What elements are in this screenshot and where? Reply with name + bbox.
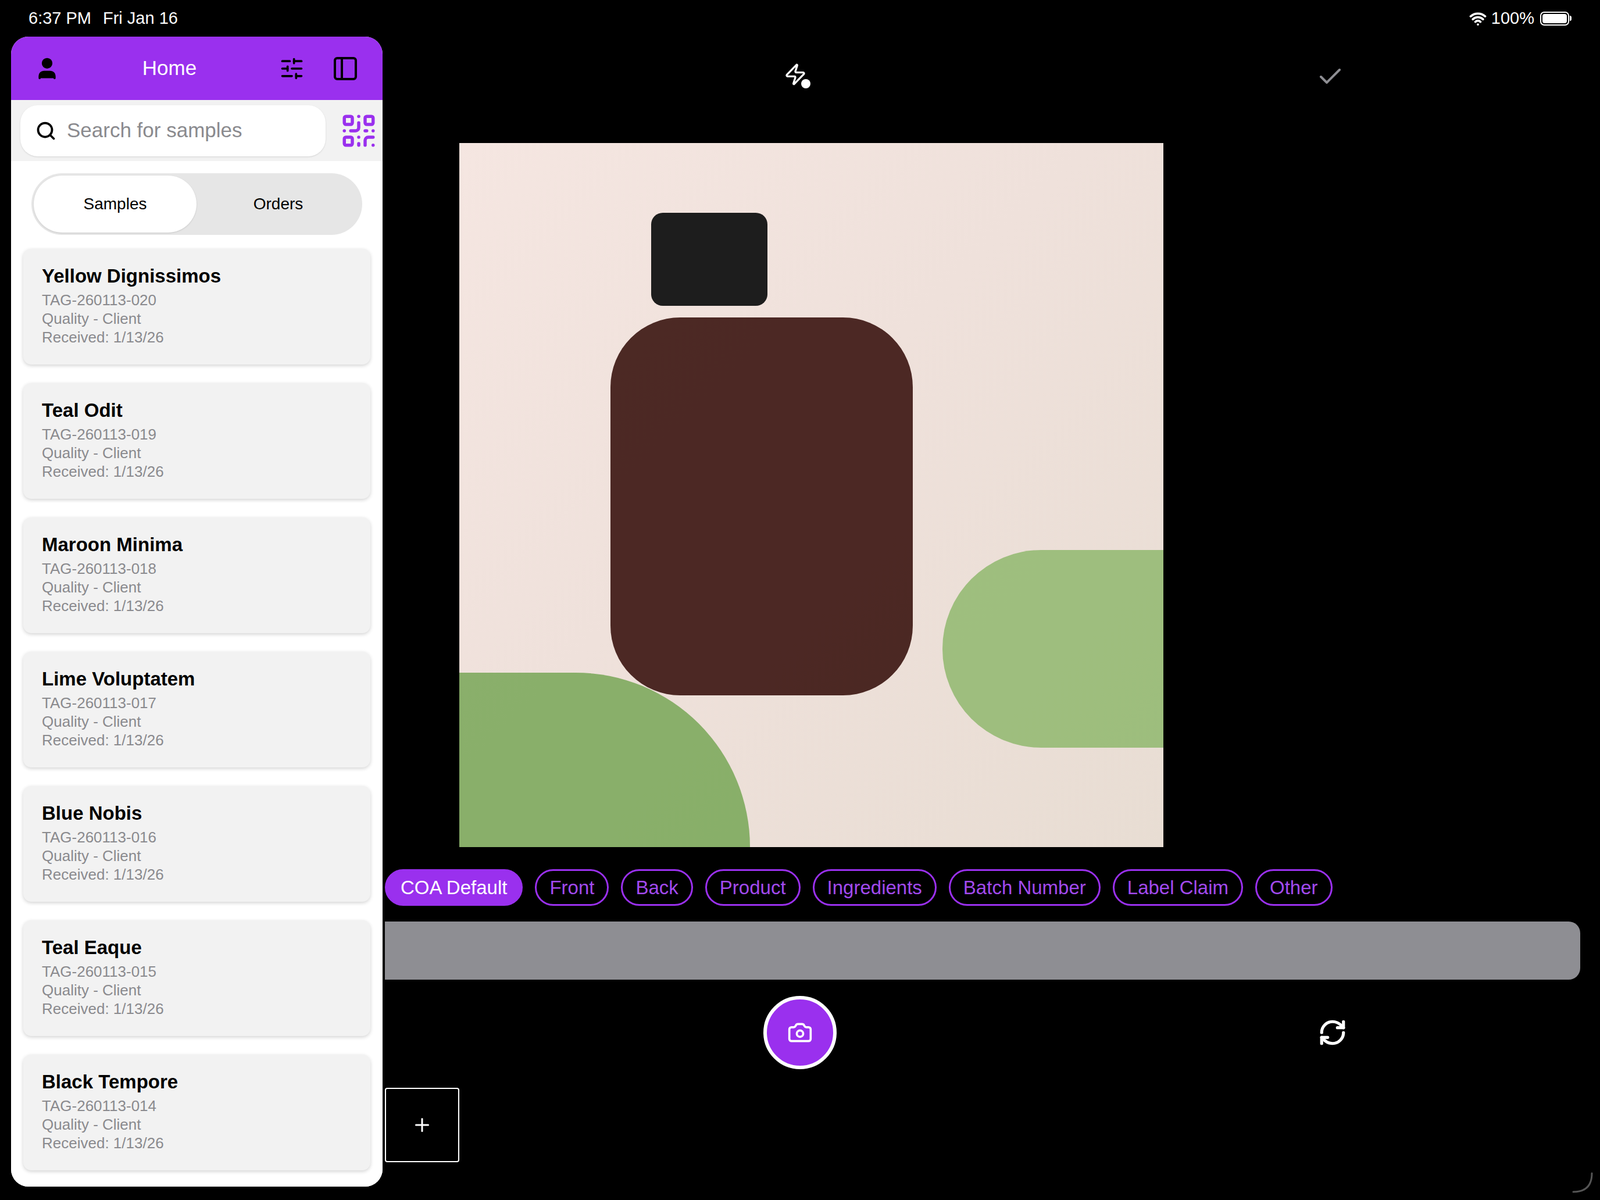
- sample-type: Quality - Client: [41, 980, 352, 1000]
- tag-chip[interactable]: Front: [534, 869, 609, 906]
- sample-tag: TAG-260113-018: [41, 559, 352, 578]
- sample-received: Received: 1/13/26: [41, 999, 352, 1019]
- sample-card[interactable]: Lime VoluptatemTAG-260113-017Quality - C…: [23, 651, 371, 768]
- sample-name: Black Tempore: [41, 1069, 352, 1095]
- search-field[interactable]: Search for samples: [20, 105, 326, 157]
- search-icon: [35, 120, 57, 142]
- sample-name: Teal Odit: [41, 398, 352, 423]
- battery-icon: [1540, 11, 1572, 26]
- segment-tab[interactable]: Samples: [33, 175, 197, 233]
- sample-tag: TAG-260113-017: [41, 693, 352, 713]
- tag-chip[interactable]: Ingredients: [812, 869, 937, 906]
- sample-received: Received: 1/13/26: [41, 327, 352, 347]
- sample-received: Received: 1/13/26: [41, 596, 352, 616]
- sidebar-title: Home: [142, 52, 197, 84]
- tag-chip[interactable]: Product: [705, 869, 801, 906]
- sample-card[interactable]: Maroon Minima TAG-260113-018Quality - Cli…: [23, 517, 371, 634]
- tag-chip[interactable]: Other: [1255, 869, 1333, 906]
- wifi-icon: [1469, 9, 1487, 28]
- sample-received: Received: 1/13/26: [41, 865, 352, 884]
- sample-card[interactable]: Teal Eaque TAG-260113-015Quality - Client…: [23, 920, 371, 1037]
- sample-received: Received: 1/13/26: [41, 462, 352, 481]
- sample-name: Teal Eaque: [41, 935, 352, 960]
- sidebar-header: Home: [11, 36, 383, 100]
- camera-view: COA Default Front Back Product Ingredients Ba…: [382, 36, 1600, 1200]
- sample-type: Quality - Client: [41, 846, 352, 866]
- status-time: 6:37 PM: [28, 5, 92, 32]
- battery-percent: 100%: [1491, 5, 1535, 32]
- switch-camera-icon[interactable]: [1318, 1018, 1348, 1048]
- tag-chip[interactable]: Label Claim: [1112, 869, 1244, 906]
- tag-chip[interactable]: COA Default: [384, 869, 523, 906]
- sample-tag: TAG-260113-020: [41, 290, 352, 310]
- sample-card[interactable]: Yellow DignissimosTAG-260113-020Quality …: [23, 248, 371, 365]
- sample-name: Blue Nobis: [41, 801, 352, 826]
- tag-chip[interactable]: Back: [620, 869, 693, 906]
- plus-icon: [411, 1114, 433, 1136]
- flash-auto-icon[interactable]: [783, 62, 812, 91]
- sample-card[interactable]: Teal Odit TAG-260113-019Quality - ClientR…: [23, 383, 371, 499]
- qr-scan-icon[interactable]: [339, 111, 378, 150]
- shutter-button[interactable]: [763, 995, 837, 1070]
- filter-icon[interactable]: [279, 55, 305, 82]
- camera-preview: [459, 143, 1164, 848]
- camera-icon: [787, 1019, 813, 1046]
- tag-chip[interactable]: Batch Number: [948, 869, 1101, 906]
- sample-tag: TAG-260113-019: [41, 425, 352, 444]
- sample-tag: TAG-260113-015: [41, 962, 352, 981]
- sample-card[interactable]: Black TemporeTAG-260113-014Quality - Cli…: [23, 1054, 371, 1171]
- sample-type: Quality - Client: [41, 712, 352, 731]
- sample-type: Quality - Client: [41, 309, 352, 328]
- sample-name: Lime Voluptatem: [41, 666, 352, 692]
- add-photo-button[interactable]: [384, 1087, 460, 1163]
- status-date: Fri Jan 16: [102, 5, 178, 32]
- segment-tab[interactable]: Orders: [196, 175, 360, 233]
- profile-icon[interactable]: [34, 55, 60, 82]
- sample-list: Yellow DignissimosTAG-260113-020Quality …: [23, 248, 371, 1171]
- search-placeholder: Search for samples: [66, 115, 243, 146]
- sample-tag: TAG-260113-016: [41, 827, 352, 847]
- segmented-control: SamplesOrders: [31, 173, 363, 235]
- status-bar: 6:37 PM Fri Jan 16 100%: [0, 0, 1600, 37]
- sample-name: Yellow Dignissimos: [41, 263, 352, 289]
- sample-received: Received: 1/13/26: [41, 1133, 352, 1153]
- sample-type: Quality - Client: [41, 577, 352, 597]
- caption-bar[interactable]: [384, 921, 1581, 980]
- sample-type: Quality - Client: [41, 443, 352, 463]
- sidebar: Home Search for samples SamplesOrders Yello…: [11, 36, 383, 1187]
- resize-handle-icon: [1570, 1170, 1595, 1195]
- tag-chips: COA Default Front Back Product Ingredients Ba…: [384, 869, 1600, 906]
- sample-name: Maroon Minima: [41, 532, 352, 557]
- sample-card[interactable]: Blue NobisTAG-260113-016Quality - Client…: [23, 786, 371, 902]
- sample-received: Received: 1/13/26: [41, 730, 352, 750]
- app-screen: 6:37 PM Fri Jan 16 100% Home Search for samp…: [0, 0, 1600, 1200]
- confirm-icon[interactable]: [1316, 62, 1345, 91]
- sidebar-toggle-icon[interactable]: [331, 54, 360, 83]
- sample-tag: TAG-260113-014: [41, 1096, 352, 1116]
- sample-type: Quality - Client: [41, 1115, 352, 1134]
